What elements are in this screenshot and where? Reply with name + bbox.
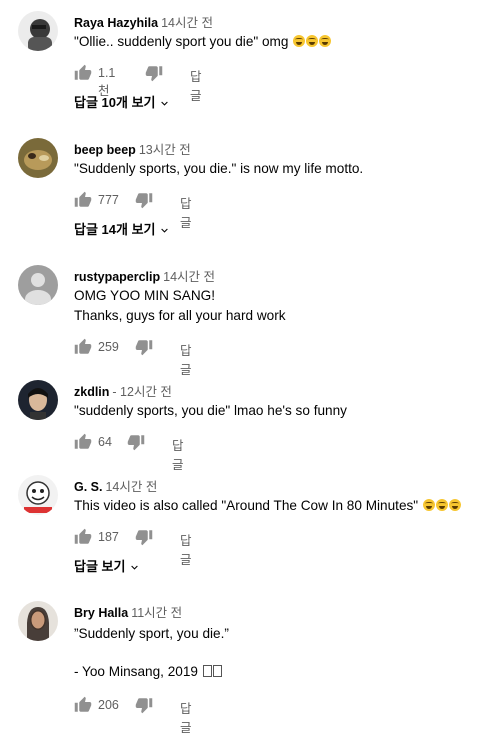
comment-header: zkdlin - 12시간 전 xyxy=(74,381,172,400)
comment-text-body: "Ollie.. suddenly sport you die" omg xyxy=(74,34,289,49)
view-replies-label: 답글 보기 xyxy=(74,559,126,574)
comment-text-line: Thanks, guys for all your hard work xyxy=(74,308,286,323)
like-count: 64 xyxy=(98,435,112,449)
thumb-up-icon[interactable] xyxy=(74,191,92,209)
thumb-up-icon[interactable] xyxy=(74,528,92,546)
avatar[interactable] xyxy=(18,11,58,51)
view-replies-label: 답글 14개 보기 xyxy=(74,222,156,237)
thumb-down-icon[interactable] xyxy=(135,191,153,209)
timestamp[interactable]: - 12시간 전 xyxy=(112,385,172,399)
grin-emoji-icon xyxy=(306,35,319,47)
view-replies-button[interactable]: 답글 보기 xyxy=(74,556,141,575)
comment-text-body: - Yoo Minsang, 2019 xyxy=(74,664,198,679)
timestamp[interactable]: 14시간 전 xyxy=(105,480,157,494)
thumb-down-icon[interactable] xyxy=(135,528,153,546)
avatar[interactable] xyxy=(18,138,58,178)
thumb-down-icon[interactable] xyxy=(145,64,163,82)
avatar[interactable] xyxy=(18,601,58,641)
comment-text-line: OMG YOO MIN SANG! xyxy=(74,288,215,303)
chevron-down-icon xyxy=(128,561,141,574)
grin-emoji-icon xyxy=(422,499,435,511)
thumb-up-icon[interactable] xyxy=(74,433,92,451)
comment-header: rustypaperclip 14시간 전 xyxy=(74,266,215,285)
comment-text-body: This video is also called "Around The Co… xyxy=(74,498,419,513)
reply-button[interactable]: 답글 xyxy=(172,435,184,473)
view-replies-button[interactable]: 답글 14개 보기 xyxy=(74,219,171,238)
missing-glyph-icon xyxy=(202,665,212,677)
thumb-up-icon[interactable] xyxy=(74,696,92,714)
comment-header: G. S. 14시간 전 xyxy=(74,476,157,495)
timestamp[interactable]: 14시간 전 xyxy=(163,270,215,284)
like-count: 259 xyxy=(98,340,119,354)
missing-glyph-icon xyxy=(212,665,222,677)
author-name[interactable]: zkdlin xyxy=(74,385,109,399)
comment-text: "suddenly sports, you die" lmao he's so … xyxy=(74,403,347,418)
grin-emoji-icon xyxy=(319,35,332,47)
comment-text: "Suddenly sports, you die." is now my li… xyxy=(74,161,364,176)
reply-button[interactable]: 답글 xyxy=(180,193,192,231)
grin-emoji-icon xyxy=(293,35,306,47)
comment-text-line: - Yoo Minsang, 2019 xyxy=(74,661,222,683)
view-replies-button[interactable]: 답글 10개 보기 xyxy=(74,92,171,111)
reply-button[interactable]: 답글 xyxy=(180,340,192,378)
thumb-up-icon[interactable] xyxy=(74,338,92,356)
reply-button[interactable]: 답글 xyxy=(180,698,192,736)
thumb-up-icon[interactable] xyxy=(74,64,92,82)
timestamp[interactable]: 11시간 전 xyxy=(131,606,182,620)
like-count: 206 xyxy=(98,698,119,712)
comment-text: This video is also called "Around The Co… xyxy=(74,495,461,517)
thumb-down-icon[interactable] xyxy=(127,433,145,451)
chevron-down-icon xyxy=(158,97,171,110)
avatar[interactable] xyxy=(18,475,58,515)
comment-header: beep beep 13시간 전 xyxy=(74,139,191,158)
timestamp[interactable]: 14시간 전 xyxy=(161,16,213,30)
chevron-down-icon xyxy=(158,224,171,237)
comment-header: Raya Hazyhila 14시간 전 xyxy=(74,12,213,31)
reply-button[interactable]: 답글 xyxy=(190,66,202,104)
timestamp[interactable]: 13시간 전 xyxy=(139,143,191,157)
grin-emoji-icon xyxy=(435,499,448,511)
author-name[interactable]: beep beep xyxy=(74,143,136,157)
thumb-down-icon[interactable] xyxy=(135,696,153,714)
grin-emoji-icon xyxy=(448,499,461,511)
comment-header: Bry Halla 11시간 전 xyxy=(74,602,182,621)
thumb-down-icon[interactable] xyxy=(135,338,153,356)
author-name[interactable]: rustypaperclip xyxy=(74,270,160,284)
author-name[interactable]: Bry Halla xyxy=(74,606,128,620)
like-count: 777 xyxy=(98,193,119,207)
avatar[interactable] xyxy=(18,265,58,305)
author-name[interactable]: Raya Hazyhila xyxy=(74,16,158,30)
like-count: 187 xyxy=(98,530,119,544)
comment-text: "Ollie.. suddenly sport you die" omg xyxy=(74,31,332,53)
comment-text-line: ”Suddenly sport, you die.” xyxy=(74,626,229,641)
reply-button[interactable]: 답글 xyxy=(180,530,192,568)
author-name[interactable]: G. S. xyxy=(74,480,102,494)
view-replies-label: 답글 10개 보기 xyxy=(74,95,156,110)
avatar[interactable] xyxy=(18,380,58,420)
